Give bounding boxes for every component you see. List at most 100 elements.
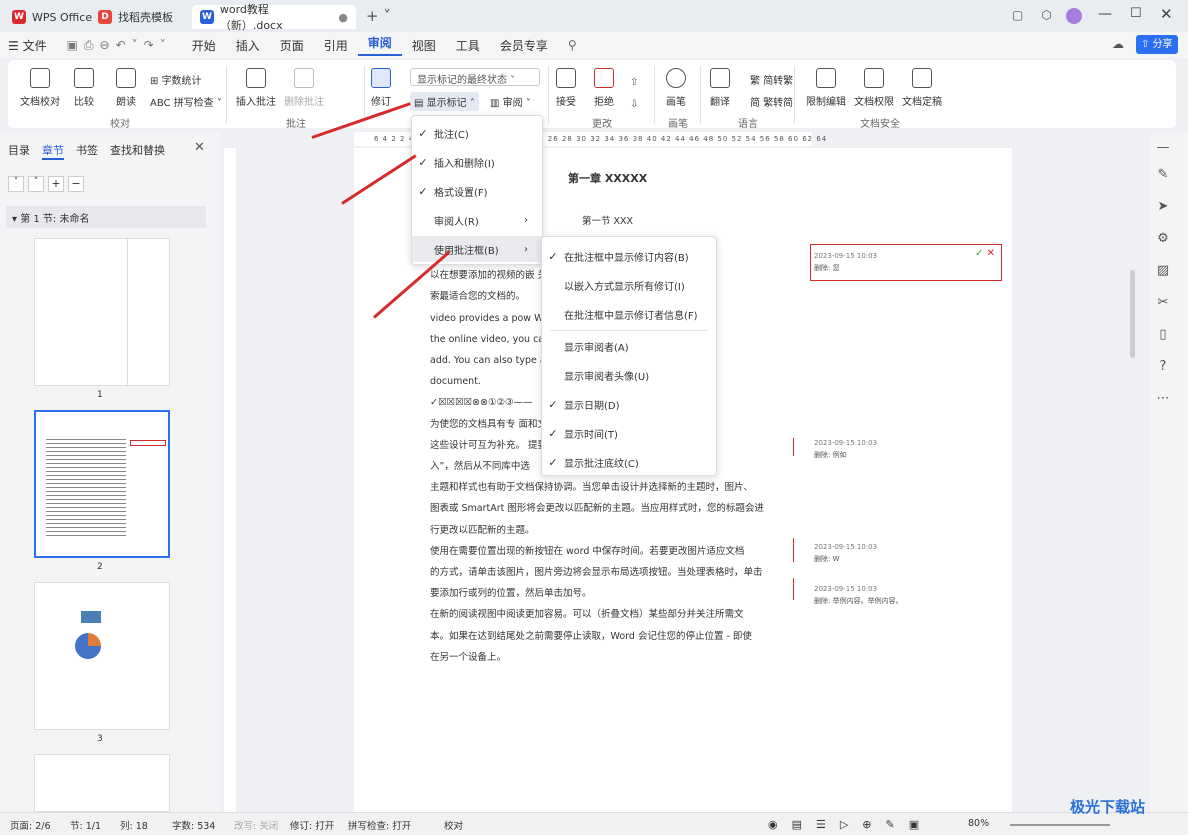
tab-insert[interactable]: 插入 (226, 37, 270, 54)
select-icon[interactable]: ➤ (1155, 199, 1171, 215)
tab-tools[interactable]: 工具 (446, 37, 490, 54)
tab-start[interactable]: 开始 (182, 37, 226, 54)
proofread-button[interactable]: 文档校对 (20, 68, 60, 108)
menu-formatting[interactable]: ✓ 格式设置(F) (412, 178, 542, 204)
scrollbar-thumb[interactable] (1130, 270, 1135, 358)
image-tool-icon[interactable]: ▨ (1155, 263, 1171, 279)
tools-icon[interactable]: ✂ (1155, 295, 1171, 311)
window-tools[interactable]: ▢⬡ (1012, 8, 1070, 22)
proof-status[interactable]: 校对 (444, 818, 463, 832)
doc-permission-button[interactable]: 文档权限 (854, 68, 894, 108)
tab-sections[interactable]: 章节 (42, 142, 64, 160)
page-status[interactable]: 页面: 2/6 (10, 818, 51, 832)
accept-change-icon[interactable]: ✓ (975, 248, 983, 259)
pen-button[interactable]: 画笔 (666, 68, 686, 108)
collapse-icon[interactable]: ˅ (8, 176, 24, 192)
zoom-level[interactable]: 80% (968, 818, 989, 829)
show-markup-button[interactable]: ▤ 显示标记 ˄ (410, 92, 479, 111)
minimize-icon[interactable]: — (1098, 6, 1112, 22)
track-status[interactable]: 修订: 打开 (290, 818, 334, 832)
tab-page[interactable]: 页面 (270, 37, 314, 54)
tab-toc[interactable]: 目录 (8, 142, 30, 160)
page-thumb-2[interactable] (34, 410, 170, 558)
adjust-icon[interactable]: ⚙ (1155, 231, 1171, 247)
expand-icon[interactable]: ˄ (28, 176, 44, 192)
reject-change-icon[interactable]: ✕ (987, 248, 995, 259)
menu-reviewers[interactable]: 审阅人(R) › (412, 207, 542, 233)
search-icon[interactable]: ⚲ (558, 38, 587, 52)
template-tab[interactable]: D 找稻壳模板 (90, 5, 181, 29)
page-thumb-3[interactable] (34, 582, 170, 730)
docer-icon: D (98, 10, 112, 24)
avatar[interactable] (1066, 8, 1082, 24)
file-menu[interactable]: ☰ 文件 (0, 37, 57, 54)
tab-bookmarks[interactable]: 书签 (76, 142, 98, 160)
close-tab-icon[interactable]: ● (338, 11, 348, 24)
menu-comments[interactable]: ✓ 批注(C) (412, 120, 542, 146)
new-tab-icon[interactable]: + ˅ (366, 7, 391, 25)
overwrite-status[interactable]: 改写: 关闭 (234, 818, 278, 832)
comment-1: 2023-09-15 10:03 删除: 您 (814, 252, 878, 272)
review-pane-button[interactable]: ▥ 审阅 ˅ (490, 94, 531, 109)
comment-4: 2023-09-15 10:03 删除: 举例内容。举例内容。 (814, 585, 903, 605)
tab-view[interactable]: 视图 (402, 37, 446, 54)
page-thumb-1[interactable] (34, 238, 170, 386)
submenu-inline-revisions[interactable]: 以嵌入方式显示所有修订(I) (542, 272, 716, 298)
close-window-icon[interactable]: ✕ (1160, 5, 1173, 23)
help-icon[interactable]: ? (1155, 359, 1171, 375)
trad-to-simp-button[interactable]: 简 繁转简 (750, 94, 793, 109)
prev-next-changes[interactable]: ⇧ ⇩ (630, 72, 638, 116)
track-changes-button[interactable]: 修订 (371, 68, 391, 108)
simp-to-trad-button[interactable]: 繁 简转繁 (750, 72, 793, 87)
tab-review[interactable]: 审阅 (357, 34, 402, 56)
wps-home-tab[interactable]: W WPS Office (4, 5, 100, 29)
show-markup-menu: ✓ 批注(C) ✓ 插入和删除(I) ✓ 格式设置(F) 审阅人(R) › 使用批注框(… (411, 115, 543, 265)
word-count-button[interactable]: ⊞ 字数统计 (150, 72, 202, 87)
doc-final-button[interactable]: 文档定稿 (902, 68, 942, 108)
spell-check-button[interactable]: ABC 拼写检查 ˅ (150, 94, 222, 109)
tab-references[interactable]: 引用 (314, 37, 358, 54)
comment-actions[interactable]: ✓ ✕ (975, 248, 995, 259)
reject-button[interactable]: 拒绝 (594, 68, 614, 108)
edit-icon[interactable]: ✎ (1155, 167, 1171, 183)
cloud-icon[interactable]: ☁ (1112, 37, 1124, 51)
view-mode-icons[interactable]: ◉▤☰▷⊕✎▣ (768, 818, 933, 831)
section-header[interactable]: ▾ 第 1 节: 未命名 (6, 206, 206, 228)
tab-find-replace[interactable]: 查找和替换 (110, 142, 165, 160)
share-button[interactable]: ⇧ 分享 (1136, 35, 1178, 54)
compare-button[interactable]: 比较 (74, 68, 94, 108)
accept-button[interactable]: 接受 (556, 68, 576, 108)
display-state-select[interactable]: 显示标记的最终状态 ˅ (410, 68, 540, 86)
more-icon[interactable]: ⋯ (1155, 391, 1171, 407)
nav-tabs: 目录 章节 书签 查找和替换 (8, 142, 165, 160)
maximize-icon[interactable]: ☐ (1130, 6, 1142, 21)
submenu-show-avatar[interactable]: 显示审阅者头像(U) (542, 362, 716, 388)
read-aloud-button[interactable]: 朗读 (116, 68, 136, 108)
collapse-panel-icon[interactable]: — (1155, 140, 1171, 156)
submenu-show-revisions-in-balloons[interactable]: ✓ 在批注框中显示修订内容(B) (542, 243, 716, 269)
menu-insert-delete[interactable]: ✓ 插入和删除(I) (412, 149, 542, 175)
translate-button[interactable]: 翻译 (710, 68, 730, 108)
page-thumb-4[interactable] (34, 754, 170, 812)
remove-section-icon[interactable]: − (68, 176, 84, 192)
submenu-show-time[interactable]: ✓ 显示时间(T) (542, 420, 716, 446)
restrict-edit-button[interactable]: 限制编辑 (806, 68, 846, 108)
add-section-icon[interactable]: + (48, 176, 64, 192)
tab-member[interactable]: 会员专享 (490, 37, 558, 54)
quick-tools[interactable]: ▣⎙⊖↶˅↷˅ (57, 38, 182, 53)
close-pane-icon[interactable]: ✕ (194, 140, 205, 155)
submenu-comment-shading[interactable]: ✓ 显示批注底纹(C) (542, 449, 716, 475)
spell-status[interactable]: 拼写检查: 打开 (348, 818, 411, 832)
menu-use-balloons[interactable]: 使用批注框(B) › (412, 236, 542, 262)
check-icon: ✓ (548, 249, 558, 263)
word-count-status[interactable]: 字数: 534 (172, 818, 215, 832)
book-icon[interactable]: ▯ (1155, 327, 1171, 343)
submenu-reviewer-info[interactable]: 在批注框中显示修订者信息(F) (542, 301, 716, 327)
section-heading: 第一节 XXX (582, 216, 634, 227)
page-num-3: 3 (97, 734, 103, 744)
submenu-show-date[interactable]: ✓ 显示日期(D) (542, 391, 716, 417)
insert-comment-button[interactable]: 插入批注 (236, 68, 276, 108)
document-tab[interactable]: Wword教程（新）.docx ● (192, 3, 356, 32)
submenu-show-reviewer[interactable]: 显示审阅者(A) (542, 333, 716, 359)
zoom-slider[interactable] (1010, 824, 1110, 826)
